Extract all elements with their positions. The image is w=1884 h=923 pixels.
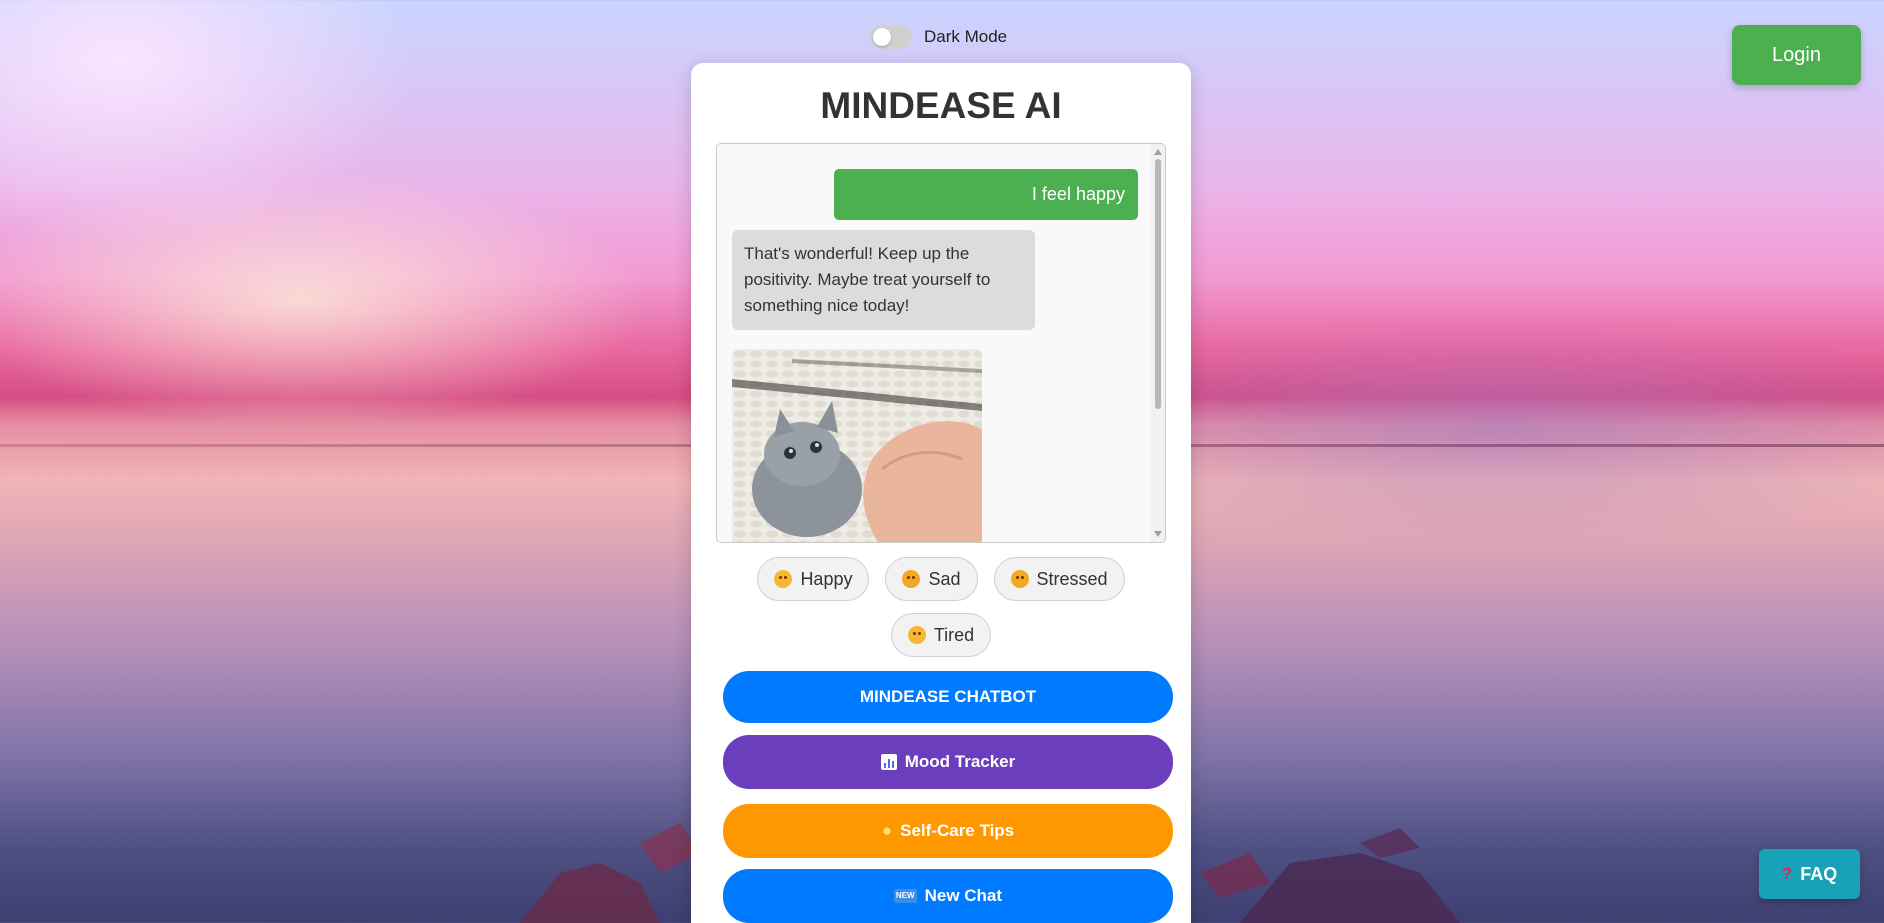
mood-tracker-button[interactable]: Mood Tracker [723, 735, 1173, 789]
mood-label: Sad [928, 568, 961, 589]
toggle-knob [873, 28, 891, 46]
dark-mode-label: Dark Mode [924, 27, 1008, 46]
user-message: I feel happy [834, 169, 1138, 220]
faq-label: FAQ [1800, 863, 1838, 884]
mood-label: Stressed [1036, 568, 1108, 589]
main-card: MINDEASE AI I feel happy That's wonderfu… [691, 63, 1191, 923]
mood-label: Tired [933, 624, 975, 645]
app-title: MINDEASE AI [820, 85, 1062, 126]
mood-buttons-row: Happy Sad Stressed [691, 557, 1191, 601]
mood-button-happy[interactable]: Happy [757, 557, 870, 601]
scroll-up-arrow-icon[interactable] [1154, 149, 1162, 155]
faq-button[interactable]: ? FAQ [1759, 849, 1860, 899]
new-chat-label: New Chat [924, 886, 1003, 905]
dark-mode-toggle[interactable] [870, 25, 912, 49]
self-care-label: Self-Care Tips [900, 821, 1015, 840]
mood-buttons-row-2: Tired [691, 613, 1191, 657]
light-bulb-icon: ● [881, 821, 893, 840]
sad-face-icon [902, 570, 921, 588]
scroll-thumb[interactable] [1155, 159, 1161, 409]
chatbot-button-label: MINDEASE CHATBOT [859, 687, 1037, 706]
mood-button-sad[interactable]: Sad [885, 557, 978, 601]
mood-tracker-label: Mood Tracker [904, 752, 1016, 771]
bot-message: That's wonderful! Keep up the positivity… [732, 230, 1035, 330]
question-mark-icon: ? [1781, 864, 1793, 883]
login-button[interactable]: Login [1732, 25, 1861, 85]
mood-button-tired[interactable]: Tired [890, 613, 992, 657]
new-chat-button[interactable]: NEW New Chat [723, 869, 1173, 923]
self-care-tips-button[interactable]: ● Self-Care Tips [723, 804, 1173, 858]
chatbot-button[interactable]: MINDEASE CHATBOT [723, 671, 1173, 723]
sleepy-face-icon [907, 626, 926, 644]
dark-mode-control: Dark Mode [870, 25, 1007, 49]
chat-scrollbar[interactable] [1151, 144, 1165, 542]
chat-window[interactable]: I feel happy That's wonderful! Keep up t… [716, 143, 1166, 543]
mood-button-stressed[interactable]: Stressed [993, 557, 1125, 601]
stressed-face-icon [1010, 570, 1029, 588]
new-badge-icon: NEW [893, 889, 917, 903]
scroll-down-arrow-icon[interactable] [1154, 531, 1162, 537]
mood-label: Happy [800, 568, 853, 589]
bar-chart-icon [880, 754, 897, 770]
smiling-face-icon [774, 570, 793, 588]
kitten-image [732, 349, 982, 542]
